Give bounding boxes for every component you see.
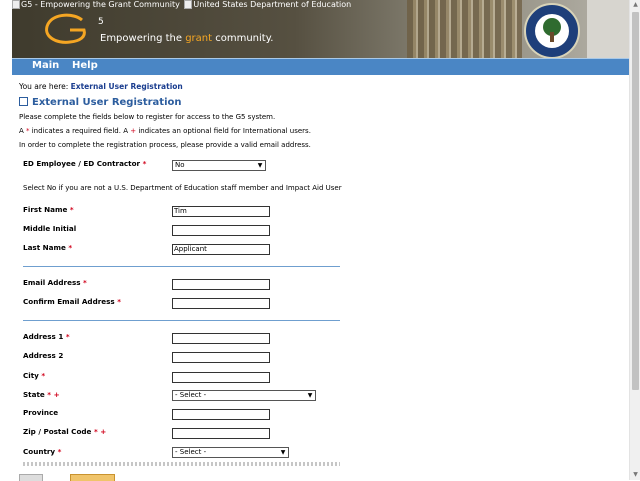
library-shelves-image [407,0,522,58]
section-divider [23,320,340,321]
zip-label: Zip / Postal Code * + [23,427,107,436]
header-banner: G5 - Empowering the Grant Community Unit… [12,0,640,58]
breadcrumb: You are here: External User Registration [19,82,183,91]
country-label: Country * [23,447,62,456]
city-label: City * [23,371,46,380]
intro-line-3: In order to complete the registration pr… [19,141,311,149]
intro-line-2: A * indicates a required field. A + indi… [19,127,311,135]
banner-alt-text: G5 - Empowering the Grant Community Unit… [12,0,351,9]
ed-employee-label: ED Employee / ED Contractor * [23,159,147,168]
nav-main[interactable]: Main [32,60,59,71]
confirm-email-label: Confirm Email Address * [23,297,121,306]
chevron-down-icon: ▼ [280,449,286,456]
address1-field[interactable] [172,333,270,344]
first-name-label: First Name * [23,205,74,214]
scroll-down-icon[interactable]: ▼ [630,470,640,480]
department-of-education-seal [524,3,580,58]
page: G5 - Empowering the Grant Community Unit… [12,0,640,481]
state-label: State * + [23,390,60,399]
ed-employee-select[interactable]: No ▼ [172,160,266,171]
vertical-scrollbar[interactable]: ▲ ▼ [629,0,640,480]
middle-initial-field[interactable] [172,225,270,236]
seal-tree-icon [535,14,569,48]
breadcrumb-current-link[interactable]: External User Registration [71,82,183,91]
last-name-field[interactable]: Applicant [172,244,270,255]
scrollbar-thumb[interactable] [632,12,639,390]
email-field[interactable] [172,279,270,290]
main-nav-bar: Main Help [12,58,640,75]
country-select[interactable]: - Select - ▼ [172,447,289,458]
address2-field[interactable] [172,352,270,363]
province-field[interactable] [172,409,270,420]
ed-employee-hint: Select No if you are not a U.S. Departme… [23,184,342,192]
dotted-separator [23,462,340,466]
middle-initial-label: Middle Initial [23,224,77,233]
banner-tagline: Empowering the grant community. [100,33,274,44]
state-select[interactable]: - Select - ▼ [172,390,316,401]
last-name-label: Last Name * [23,243,73,252]
email-label: Email Address * [23,278,87,287]
svg-text:5: 5 [98,17,104,27]
page-title: External User Registration [19,96,182,108]
broken-image-icon [12,0,20,9]
section-square-icon [19,96,28,106]
address2-label: Address 2 [23,351,64,360]
confirm-email-field[interactable] [172,298,270,309]
province-label: Province [23,408,59,417]
broken-image-icon [184,0,193,9]
chevron-down-icon: ▼ [307,392,313,399]
address1-label: Address 1 * [23,332,70,341]
scroll-up-icon[interactable]: ▲ [630,0,640,10]
zip-field[interactable] [172,428,270,439]
nav-help[interactable]: Help [72,60,98,71]
section-divider [23,266,340,267]
chevron-down-icon: ▼ [257,162,263,169]
first-name-field[interactable]: Tim [172,206,270,217]
intro-line-1: Please complete the fields below to regi… [19,113,276,121]
city-field[interactable] [172,372,270,383]
